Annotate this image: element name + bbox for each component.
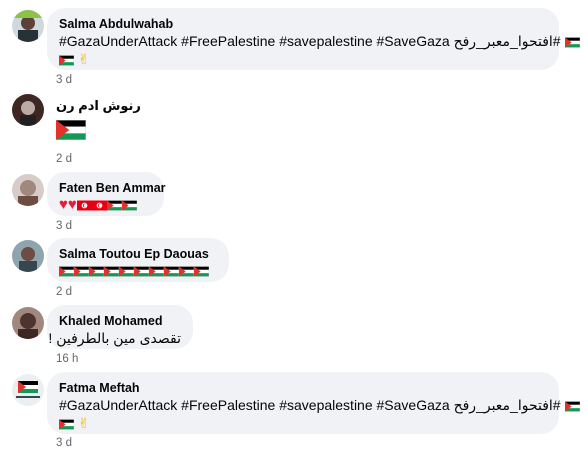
hashtags[interactable]: #GazaUnderAttack #FreePalestine #savepal… [59,33,450,49]
comment-bubble: Salma Abdulwahab #GazaUnderAttack #FreeP… [47,8,559,70]
palestine-flag-icon [107,200,122,211]
comment-timestamp[interactable]: 2 d [56,153,72,165]
hashtag-arabic[interactable]: #افتحوا_معبر_رفح [454,33,561,49]
palestine-flag-icon [179,266,194,277]
comment-timestamp[interactable]: 3 d [56,437,72,449]
comment-text: تقصدى مين بالطرفين ! [48,330,181,346]
palestine-flag-icon [59,419,74,430]
comment-timestamp[interactable]: 2 d [56,286,72,298]
palestine-flag-icon [565,401,580,412]
comment-text: ♥♥ [59,196,152,213]
avatar[interactable] [12,240,44,272]
comment-timestamp[interactable]: 16 h [56,353,78,365]
tunisia-flag-icon [92,200,107,211]
comment-author[interactable]: Salma Abdulwahab [59,16,547,32]
comment-bubble: Khaled Mohamed تقصدى مين بالطرفين ! [47,305,193,349]
palestine-flag-icon [89,266,104,277]
avatar[interactable] [12,374,44,406]
comment-timestamp[interactable]: 3 d [56,74,72,86]
comment-content: رنوش ادم رن [56,98,141,145]
comment-bubble: Fatma Meftah #GazaUnderAttack #FreePales… [47,372,559,434]
palestine-flag-icon [59,55,74,66]
hashtag-arabic[interactable]: #افتحوا_معبر_رفح [454,397,561,413]
heart-icon: ♥♥ [59,196,77,213]
comment-author[interactable]: Salma Toutou Ep Daouas [59,246,217,262]
avatar[interactable] [12,174,44,206]
palestine-flag-icon [56,120,86,140]
comment-bubble: Faten Ben Ammar ♥♥ [47,172,166,216]
comment-text-line2: ✌ [59,414,547,432]
avatar[interactable] [12,10,44,42]
victory-hand-icon: ✌ [77,51,90,67]
comment-bubble: Salma Toutou Ep Daouas [47,238,229,282]
comment-text-line2: ✌ [59,50,547,68]
palestine-flag-icon [134,266,149,277]
palestine-flag-icon [59,266,74,277]
avatar[interactable] [12,94,44,126]
palestine-flag-icon [74,266,89,277]
palestine-flag-icon [119,266,134,277]
hashtags[interactable]: #GazaUnderAttack #FreePalestine #savepal… [59,397,450,413]
comment-author[interactable]: Khaled Mohamed [59,313,181,329]
palestine-flag-icon [104,266,119,277]
comment-author[interactable]: Faten Ben Ammar [59,180,166,196]
comment-flags [59,262,217,279]
comment-text: #GazaUnderAttack #FreePalestine #savepal… [59,396,547,414]
comment-timestamp[interactable]: 3 d [56,220,72,232]
tunisia-flag-icon [77,200,92,211]
palestine-flag-icon [122,200,137,211]
palestine-flag-icon [565,37,580,48]
comment-sticker [56,120,141,145]
palestine-flag-icon [149,266,164,277]
comment-author[interactable]: رنوش ادم رن [56,98,141,114]
palestine-flag-icon [194,266,209,277]
victory-hand-icon: ✌ [77,415,90,431]
avatar[interactable] [12,307,44,339]
palestine-flag-icon [164,266,179,277]
comment-text: #GazaUnderAttack #FreePalestine #savepal… [59,32,547,50]
comment-author[interactable]: Fatma Meftah [59,380,547,396]
